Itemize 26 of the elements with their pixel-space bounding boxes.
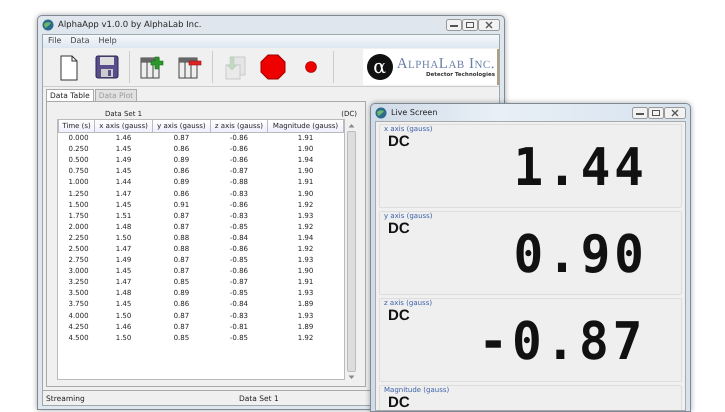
window-title: Live Screen — [391, 108, 438, 117]
mode-label: DC — [388, 134, 410, 149]
app-icon — [42, 19, 54, 31]
logo-name: AlphaLab Inc. — [396, 56, 495, 72]
digital-reading: 0.90 — [513, 227, 648, 283]
mode-label: DC — [388, 395, 410, 410]
menu-item[interactable]: File — [48, 36, 62, 47]
maximize-icon[interactable] — [462, 19, 478, 31]
close-icon[interactable] — [478, 19, 500, 31]
menu-item[interactable]: Help — [98, 36, 117, 47]
mode-label: DC — [388, 308, 410, 323]
minimize-icon[interactable] — [446, 19, 462, 31]
window-title: AlphaApp v1.0.0 by AlphaLab Inc. — [58, 20, 202, 30]
digital-reading: -0.87 — [478, 314, 647, 370]
maximize-icon[interactable] — [648, 106, 664, 118]
minimize-icon[interactable] — [632, 106, 648, 118]
scroll-down-icon[interactable] — [348, 375, 354, 380]
close-icon[interactable] — [664, 106, 686, 118]
scrollbar-thumb[interactable] — [346, 131, 356, 372]
scroll-up-icon[interactable] — [348, 123, 354, 128]
menu-item[interactable]: Data — [70, 36, 90, 47]
app-icon — [375, 106, 387, 118]
stop-icon[interactable] — [259, 53, 287, 81]
logo-mark: α — [366, 54, 393, 80]
mode-label: DC — [388, 221, 410, 236]
digital-reading: 1.44 — [513, 140, 648, 196]
